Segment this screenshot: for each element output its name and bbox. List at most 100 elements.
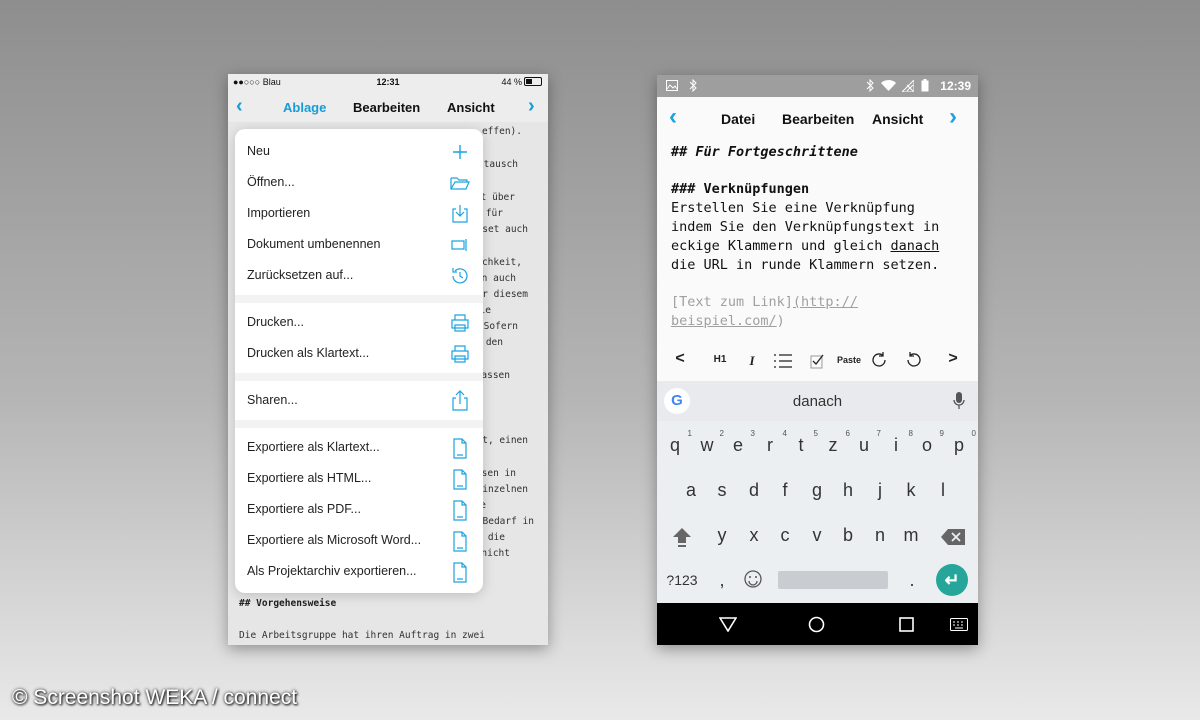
key-d[interactable]: d — [739, 480, 769, 501]
suggestion-word[interactable]: danach — [657, 393, 978, 410]
back-triangle-icon[interactable] — [719, 617, 737, 632]
menu-item-export-klartext[interactable]: Exportiere als Klartext... — [235, 432, 483, 463]
menu-item-zuruecksetzen[interactable]: Zurücksetzen auf... — [235, 260, 483, 291]
editor-line: Bedarf in — [482, 516, 534, 527]
key-i[interactable]: i8 — [881, 429, 913, 456]
key-period[interactable]: . — [897, 570, 927, 591]
android-text-editor[interactable]: ## Für Fortgeschrittene ### Verknüpfunge… — [657, 141, 978, 341]
menu-item-neu[interactable]: Neu — [235, 136, 483, 167]
menu-bearbeiten[interactable]: Bearbeiten — [353, 100, 420, 115]
wifi-icon — [881, 80, 896, 91]
copyright-watermark: © Screenshot WEKA / connect — [12, 686, 298, 709]
editor-heading: ## Für Fortgeschrittene — [671, 144, 858, 160]
key-q[interactable]: q1 — [660, 429, 692, 456]
key-z[interactable]: z6 — [818, 429, 851, 456]
image-icon — [666, 80, 678, 91]
menu-bearbeiten[interactable]: Bearbeiten — [782, 111, 854, 127]
list-icon[interactable] — [773, 353, 793, 369]
soft-keyboard: G danach q1 w2 e3 r4 t5 z6 u7 i8 o9 p0 a… — [657, 381, 978, 603]
key-o[interactable]: o9 — [912, 429, 944, 456]
key-symbols[interactable]: ?123 — [662, 572, 702, 588]
plus-icon — [453, 145, 467, 159]
editor-line: Die Arbeitsgruppe hat ihren Auftrag in z… — [239, 630, 485, 641]
key-k[interactable]: k — [896, 480, 926, 501]
key-w[interactable]: w2 — [692, 429, 725, 456]
key-c[interactable]: c — [770, 525, 800, 546]
ios-phone-screen: ●●○○○ Blau 12:31 44 % ‹ Ablage Bearbeite… — [228, 74, 548, 645]
key-p[interactable]: p0 — [944, 429, 976, 456]
toolbar-italic-button[interactable]: I — [737, 353, 767, 369]
editor-line: indem Sie den Verknüpfungstext in — [671, 219, 940, 235]
redo-icon[interactable] — [872, 352, 888, 368]
key-f[interactable]: f — [770, 480, 800, 501]
suggestion-bar: G danach — [657, 381, 978, 421]
key-r[interactable]: r4 — [755, 429, 787, 456]
key-u[interactable]: u7 — [849, 429, 881, 456]
editor-link-line: beispiel.com/) — [671, 313, 785, 329]
editor-line: assen — [481, 370, 510, 381]
menu-ablage[interactable]: Ablage — [283, 100, 326, 115]
shift-icon[interactable] — [671, 526, 693, 548]
menu-item-sharen[interactable]: Sharen... — [235, 385, 483, 416]
key-j[interactable]: j — [865, 480, 895, 501]
menu-item-export-projektarchiv[interactable]: Als Projektarchiv exportieren... — [235, 556, 483, 587]
menu-ansicht[interactable]: Ansicht — [447, 100, 495, 115]
recents-square-icon[interactable] — [899, 617, 914, 632]
status-time: 12:31 — [376, 77, 400, 87]
forward-chevron-icon[interactable]: › — [528, 95, 535, 118]
printer-icon — [451, 345, 469, 363]
emoji-icon[interactable] — [744, 570, 762, 588]
key-a[interactable]: a — [676, 480, 706, 501]
toolbar-prev-button[interactable]: < — [665, 350, 695, 368]
back-chevron-icon[interactable]: ‹ — [669, 103, 677, 131]
key-n[interactable]: n — [865, 525, 895, 546]
key-h[interactable]: h — [833, 480, 863, 501]
menu-ansicht[interactable]: Ansicht — [872, 111, 923, 127]
toolbar-h1-button[interactable]: H1 — [705, 354, 735, 365]
keyboard-icon[interactable] — [950, 618, 968, 631]
markdown-toolbar: < H1 I Paste > — [657, 341, 978, 381]
space-bar[interactable] — [778, 571, 888, 589]
key-s[interactable]: s — [707, 480, 737, 501]
key-y[interactable]: y — [707, 525, 737, 546]
editor-line: den — [485, 337, 503, 348]
key-g[interactable]: g — [802, 480, 832, 501]
back-chevron-icon[interactable]: ‹ — [236, 95, 243, 118]
editor-line: für — [485, 208, 503, 219]
menu-item-export-html[interactable]: Exportiere als HTML... — [235, 463, 483, 494]
toolbar-paste-button[interactable]: Paste — [833, 355, 865, 365]
key-l[interactable]: l — [928, 480, 958, 501]
editor-line: die — [487, 532, 505, 543]
home-circle-icon[interactable] — [808, 616, 825, 633]
menu-separator — [235, 295, 483, 303]
microphone-icon[interactable] — [953, 392, 965, 410]
android-status-bar: 12:39 — [657, 75, 978, 97]
key-t[interactable]: t5 — [786, 429, 818, 456]
ios-nav-bar: ‹ Ablage Bearbeiten Ansicht › — [228, 92, 548, 122]
enter-icon[interactable]: ↵ — [936, 564, 968, 596]
key-comma[interactable]: , — [707, 570, 737, 591]
toolbar-next-button[interactable]: > — [938, 350, 968, 368]
key-x[interactable]: x — [739, 525, 769, 546]
backspace-icon[interactable] — [941, 529, 965, 545]
key-b[interactable]: b — [833, 525, 863, 546]
menu-item-oeffnen[interactable]: Öffnen... — [235, 167, 483, 198]
checkbox-icon[interactable] — [810, 353, 824, 369]
forward-chevron-icon[interactable]: › — [949, 103, 957, 131]
editor-line: set auch — [482, 224, 528, 235]
menu-item-export-pdf[interactable]: Exportiere als PDF... — [235, 494, 483, 525]
key-e[interactable]: e3 — [723, 429, 755, 456]
undo-icon[interactable] — [905, 352, 921, 368]
menu-datei[interactable]: Datei — [721, 111, 755, 127]
android-navigation-bar — [657, 603, 978, 645]
rename-icon — [451, 239, 467, 251]
menu-item-export-word[interactable]: Exportiere als Microsoft Word... — [235, 525, 483, 556]
ablage-dropdown-menu: Neu Öffnen... Importieren Dokument umben… — [235, 129, 483, 593]
menu-item-umbenennen[interactable]: Dokument umbenennen — [235, 229, 483, 260]
editor-subheading: ### Verknüpfungen — [671, 181, 810, 197]
key-v[interactable]: v — [802, 525, 832, 546]
menu-item-importieren[interactable]: Importieren — [235, 198, 483, 229]
key-m[interactable]: m — [896, 525, 926, 546]
menu-item-drucken-klartext[interactable]: Drucken als Klartext... — [235, 338, 483, 369]
menu-item-drucken[interactable]: Drucken... — [235, 307, 483, 338]
